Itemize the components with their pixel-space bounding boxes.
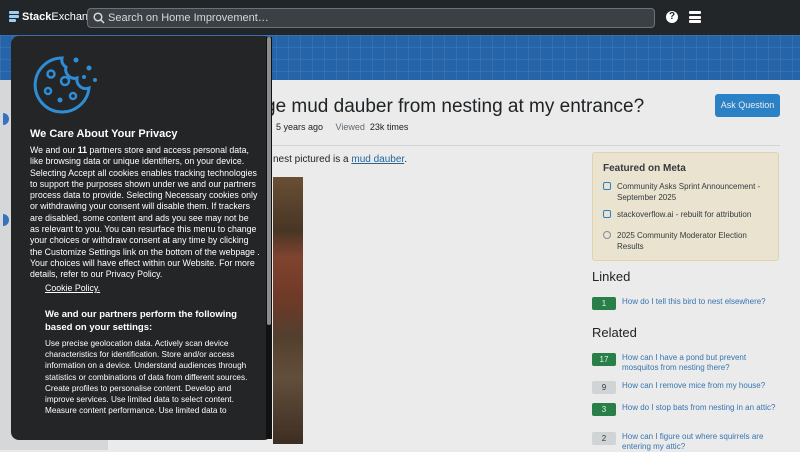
help-icon[interactable]: ? (666, 11, 678, 23)
consent-scrollbar[interactable] (266, 37, 272, 439)
cookie-icon (33, 56, 97, 114)
partners-text: Use precise geolocation data. Actively s… (45, 339, 248, 416)
privacy-text: We and our 11 partners store and access … (30, 145, 260, 281)
logo-prefix: Stack (22, 11, 52, 23)
privacy-text-a: We and our (30, 145, 78, 155)
cookie-policy-link[interactable]: Cookie Policy. (45, 283, 100, 293)
search-placeholder: Search on Home Improvement… (108, 12, 269, 24)
search-icon (93, 12, 105, 24)
stackexchange-logo-icon (9, 11, 19, 23)
partner-count: 11 (77, 145, 88, 155)
scrollbar-thumb[interactable] (267, 37, 271, 325)
partners-title: We and our partners perform the followin… (45, 309, 237, 333)
privacy-title: We Care About Your Privacy (30, 128, 178, 140)
privacy-consent-dialog: We Care About Your Privacy We and our 11… (11, 36, 272, 440)
site-switcher-icon[interactable] (689, 11, 701, 23)
search-input[interactable]: Search on Home Improvement… (87, 8, 655, 28)
topbar: Stack Exchange Search on Home Improvement… (0, 0, 800, 35)
privacy-text-b: partners store and access personal data,… (30, 145, 260, 280)
